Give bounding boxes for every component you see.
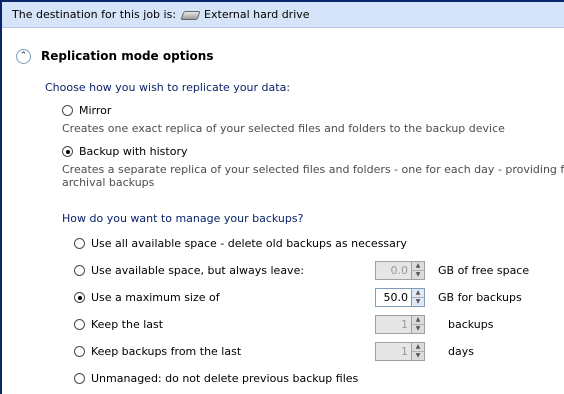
destination-bar: The destination for this job is: Externa… [2, 2, 564, 28]
spin-up-icon[interactable]: ▲ [412, 343, 424, 351]
max-size-value[interactable]: 50.0 [375, 288, 412, 307]
use-available-space-radio[interactable] [74, 265, 85, 276]
replication-prompt: Choose how you wish to replicate your da… [45, 81, 291, 94]
use-available-space-option[interactable]: Use available space, but always leave: [74, 264, 304, 277]
backup-history-label: Backup with history [79, 145, 188, 158]
backup-history-description-line1: Creates a separate replica of your selec… [62, 163, 564, 176]
hard-drive-icon [182, 9, 198, 20]
spin-up-icon[interactable]: ▲ [412, 316, 424, 324]
max-size-label: Use a maximum size of [91, 291, 220, 304]
keep-last-spinner[interactable]: 1 ▲ ▼ [375, 315, 425, 334]
spin-down-icon[interactable]: ▼ [412, 324, 424, 333]
spin-down-icon[interactable]: ▼ [412, 297, 424, 306]
use-all-space-option[interactable]: Use all available space - delete old bac… [74, 237, 407, 250]
max-size-option[interactable]: Use a maximum size of [74, 291, 220, 304]
mirror-option[interactable]: Mirror [62, 104, 111, 117]
mirror-radio[interactable] [62, 105, 73, 116]
destination-drive-name: External hard drive [204, 8, 310, 21]
keep-days-label: Keep backups from the last [91, 345, 242, 358]
unmanaged-option[interactable]: Unmanaged: do not delete previous backup… [74, 372, 358, 385]
free-space-spinner[interactable]: 0.0 ▲ ▼ [375, 261, 425, 280]
use-all-space-label: Use all available space - delete old bac… [91, 237, 407, 250]
keep-days-spinner[interactable]: 1 ▲ ▼ [375, 342, 425, 361]
keep-last-unit: backups [448, 318, 494, 331]
keep-last-option[interactable]: Keep the last [74, 318, 163, 331]
max-size-unit: GB for backups [438, 291, 522, 304]
section-header[interactable]: ⌃ Replication mode options [2, 45, 214, 67]
spin-down-icon[interactable]: ▼ [412, 270, 424, 279]
use-available-space-label: Use available space, but always leave: [91, 264, 305, 277]
mirror-description: Creates one exact replica of your select… [62, 122, 505, 135]
keep-last-value[interactable]: 1 [375, 315, 412, 334]
max-size-radio[interactable] [74, 292, 85, 303]
collapse-chevron-icon[interactable]: ⌃ [16, 48, 31, 64]
keep-days-value[interactable]: 1 [375, 342, 412, 361]
keep-last-label: Keep the last [91, 318, 164, 331]
manage-prompt: How do you want to manage your backups? [62, 212, 304, 225]
backup-history-description-line2: archival backups [62, 176, 155, 189]
spin-up-icon[interactable]: ▲ [412, 262, 424, 270]
destination-label: The destination for this job is: [12, 8, 177, 21]
use-all-space-radio[interactable] [74, 238, 85, 249]
free-space-value[interactable]: 0.0 [375, 261, 412, 280]
keep-last-radio[interactable] [74, 319, 85, 330]
max-size-spinner[interactable]: 50.0 ▲ ▼ [375, 288, 425, 307]
keep-days-unit: days [448, 345, 474, 358]
keep-days-option[interactable]: Keep backups from the last [74, 345, 241, 358]
backup-history-option[interactable]: Backup with history [62, 145, 188, 158]
unmanaged-radio[interactable] [74, 373, 85, 384]
section-title: Replication mode options [41, 49, 214, 63]
mirror-label: Mirror [79, 104, 112, 117]
free-space-unit: GB of free space [438, 264, 530, 277]
spin-down-icon[interactable]: ▼ [412, 351, 424, 360]
backup-history-radio[interactable] [62, 146, 73, 157]
unmanaged-label: Unmanaged: do not delete previous backup… [91, 372, 359, 385]
keep-days-radio[interactable] [74, 346, 85, 357]
spin-up-icon[interactable]: ▲ [412, 289, 424, 297]
